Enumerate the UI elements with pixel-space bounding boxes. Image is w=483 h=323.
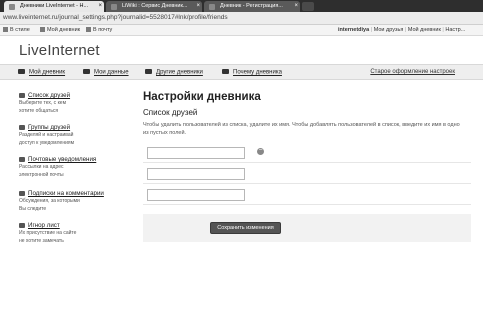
tab-label: Дневник - Регистрация... [220,3,283,9]
browser-tab[interactable]: LiWiki : Сервис Дневник... × [106,1,202,12]
close-tab-icon[interactable]: × [98,1,102,12]
new-tab-button[interactable] [302,2,314,11]
friend-name-input[interactable] [147,168,245,180]
groups-icon [19,125,25,130]
comment-icon [19,191,25,196]
desc-line: Обсуждения, за которыми [19,198,80,204]
sidebar-item-label: Игнор лист [28,222,60,229]
nav-label: Мой дневник [29,69,66,76]
main-navbar: Мой дневник Мои данные Другие дневники П… [0,64,483,80]
bookmark-label: Мой дневник [47,27,81,33]
sidebar-item-label: Подписки на комментарии [28,190,104,197]
nav-my-diary[interactable]: Мой дневник [18,69,65,76]
site-favicon-icon [9,4,15,10]
url-text[interactable]: www.liveinternet.ru/journal_settings.php… [3,14,228,21]
site-favicon-icon [209,4,215,10]
sidebar-item-title[interactable]: Почтовые уведомления [19,156,119,163]
page-title: Настройки дневника [143,91,261,103]
sidebar-item-desc: Разделяй и настраивай доступ к уведомлени… [19,132,119,147]
sidebar-item-title[interactable]: Группы друзей [19,124,119,131]
bookmark-label: В стиле [10,27,30,33]
my-diary-link[interactable]: Мой дневник [408,27,441,33]
sidebar-item-desc: Их присутствие на сайте не хотите замечат… [19,230,119,245]
nav-label: Почему дневника [233,69,282,76]
settings-link[interactable]: Настр... [445,27,465,33]
tab-label: Дневники LiveInternet - Н... [20,3,89,9]
close-tab-icon[interactable]: × [294,1,298,12]
bookmark-item[interactable]: Мой дневник [40,27,80,33]
close-tab-icon[interactable]: × [196,1,200,12]
sidebar-item-friends[interactable]: Список друзей Выберите тех, с кем хотите … [19,92,119,115]
nav-other-diaries[interactable]: Другие дневники [145,69,203,76]
desc-line: Разделяй и настраивай [19,132,74,138]
site-logo[interactable]: LiveInternet [19,42,100,59]
user-links: internetdiya | Мои друзья | Мой дневник … [338,27,465,33]
sidebar-item-groups[interactable]: Группы друзей Разделяй и настраивай досту… [19,124,119,147]
remove-friend-icon[interactable]: − [257,147,264,155]
bookmark-item[interactable]: В почту [86,27,112,33]
block-icon [19,223,25,228]
browser-tab-active[interactable]: Дневники LiveInternet - Н... × [4,1,104,12]
username-link[interactable]: internetdiya [338,27,369,33]
sidebar-item-desc: Обсуждения, за которыми Вы следите [19,198,119,213]
desc-line: не хотите замечать [19,237,64,244]
desc-line: хотите общаться [19,107,59,114]
address-bar[interactable]: www.liveinternet.ru/journal_settings.php… [0,12,483,25]
section-description: Чтобы удалить пользователей из списка, у… [143,122,460,136]
friend-row [143,163,471,184]
bookmarks-bar: В стиле Мой дневник В почту internetdiya… [0,25,483,36]
desc-line: электронной почты [19,171,64,178]
bookmark-icon [40,27,45,32]
sidebar-item-label: Группы друзей [28,124,71,131]
bookmark-icon [3,27,8,32]
tab-label: LiWiki : Сервис Дневник... [122,3,188,9]
id-card-icon [83,69,90,74]
friend-name-input[interactable] [147,147,245,159]
mail-icon [86,27,91,32]
desc-line: Выберите тех, с кем [19,100,67,106]
sidebar-item-label: Список друзей [28,92,71,99]
nav-my-data[interactable]: Мои данные [83,69,129,76]
sidebar-item-mail[interactable]: Почтовые уведомления Рассылки на адрес эл… [19,156,119,179]
friends-icon [19,93,25,98]
sidebar-item-title[interactable]: Подписки на комментарии [19,190,119,197]
old-settings-link[interactable]: Старое оформление настроек [370,69,455,75]
nav-label: Другие дневники [156,69,203,76]
browser-tab[interactable]: Дневник - Регистрация... × [204,1,300,12]
bookmark-label: В почту [93,27,113,33]
section-title: Список друзей [143,108,198,117]
sidebar-item-comment-subscriptions[interactable]: Подписки на комментарии Обсуждения, за к… [19,190,119,213]
desc-line: доступ к уведомлениям [19,139,75,146]
sidebar-item-ignore-list[interactable]: Игнор лист Их присутствие на сайте не хот… [19,222,119,245]
site-favicon-icon [111,4,117,10]
save-changes-button[interactable]: Сохранить изменения [210,222,281,234]
sidebar-item-desc: Выберите тех, с кем хотите общаться [19,100,119,115]
nav-diary-settings[interactable]: Почему дневника [222,69,282,76]
sidebar-item-label: Почтовые уведомления [28,156,97,163]
friend-name-input[interactable] [147,189,245,201]
friend-row: − [143,142,471,163]
notebook-icon [18,69,25,74]
sidebar-item-desc: Рассылки на адрес электронной почты [19,164,119,179]
desc-line: Рассылки на адрес [19,164,64,170]
my-friends-link[interactable]: Мои друзья [374,27,404,33]
bookmark-item[interactable]: В стиле [3,27,30,33]
mail-icon [19,157,25,162]
form-actions: Сохранить изменения [143,214,471,242]
desc-line: Их присутствие на сайте [19,230,77,236]
browser-tab-bar: Дневники LiveInternet - Н... × LiWiki : … [0,0,483,12]
sidebar-item-title[interactable]: Игнор лист [19,222,119,229]
nav-label: Мои данные [94,69,129,76]
friend-row [143,184,471,205]
desc-line: Вы следите [19,205,47,212]
people-icon [145,69,152,74]
sidebar-item-title[interactable]: Список друзей [19,92,119,99]
gear-icon [222,69,229,74]
